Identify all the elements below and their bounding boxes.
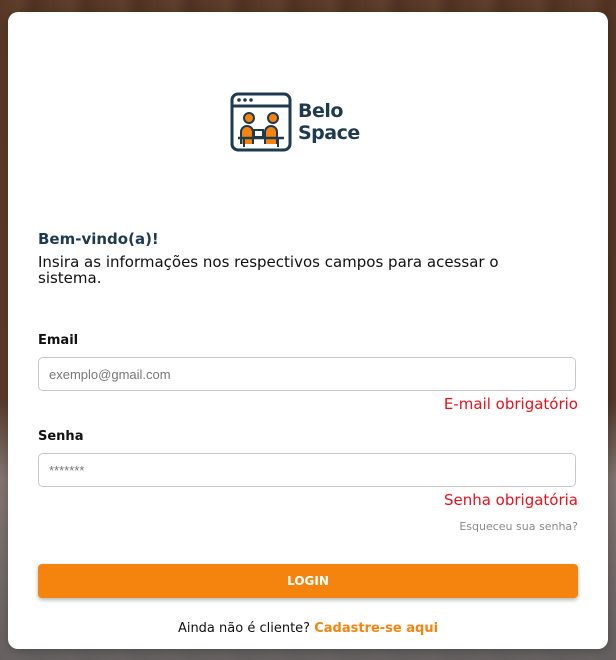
- welcome-subtitle: Insira as informações nos respectivos ca…: [38, 253, 499, 287]
- brand-line1: Belo: [298, 100, 343, 122]
- signup-row: Ainda não é cliente? Cadastre-se aqui: [8, 621, 608, 636]
- signup-link[interactable]: Cadastre-se aqui: [314, 621, 438, 636]
- welcome-title: Bem-vindo(a)!: [38, 230, 159, 248]
- email-label: Email: [38, 333, 79, 348]
- email-field[interactable]: [38, 357, 576, 391]
- password-field[interactable]: [38, 453, 576, 487]
- brand-name: Belo Space: [298, 100, 360, 144]
- password-error: Senha obrigatória: [443, 491, 578, 509]
- email-error: E-mail obrigatório: [443, 395, 578, 413]
- coworking-icon: [230, 92, 292, 152]
- signup-prompt: Ainda não é cliente?: [177, 621, 311, 636]
- brand-line2: Space: [298, 122, 360, 144]
- password-label: Senha: [38, 429, 84, 444]
- login-card: Belo Space Bem-vindo(a)! Insira as infor…: [8, 12, 608, 649]
- brand-logo: Belo Space: [230, 92, 370, 152]
- login-button[interactable]: LOGIN: [38, 564, 578, 598]
- forgot-password-link[interactable]: Esqueceu sua senha?: [459, 520, 578, 533]
